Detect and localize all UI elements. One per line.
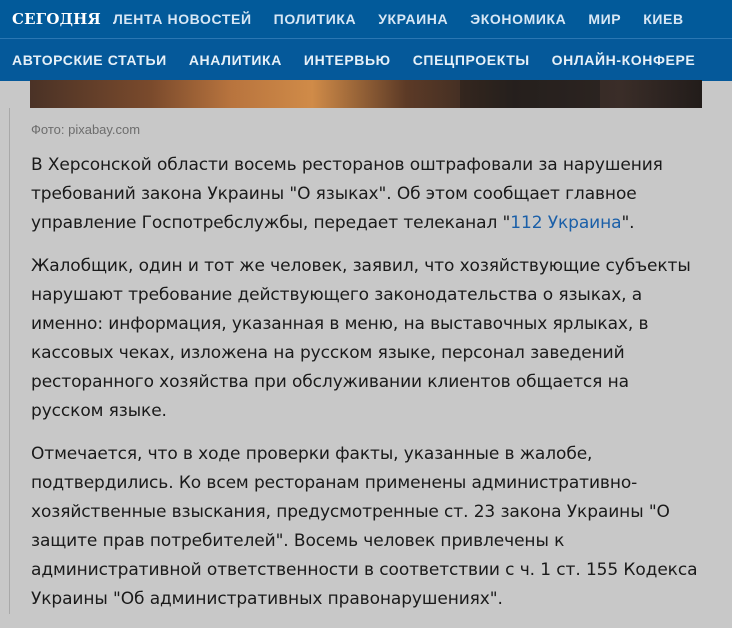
- paragraph-1-line-1: В Херсонской области восемь ресторанов о…: [31, 155, 663, 175]
- paragraph-1: В Херсонской области восемь ресторанов о…: [31, 151, 731, 238]
- paragraph-1-line-3-prefix: управление Госпотребслужбы, передает тел…: [31, 213, 511, 233]
- nav-item-analytics[interactable]: АНАЛИТИКА: [189, 52, 282, 68]
- paragraph-2-line: русском языке.: [31, 401, 167, 421]
- nav-item-ukraine[interactable]: УКРАИНА: [378, 11, 448, 27]
- photo-shade: [460, 80, 600, 108]
- paragraph-3-line: хозяйственные взыскания, предусмотренные…: [31, 502, 670, 522]
- source-link-112-ukraine[interactable]: 112 Украина: [510, 213, 621, 233]
- paragraph-3-line: Отмечается, что в ходе проверки факты, у…: [31, 444, 593, 464]
- secondary-nav: АВТОРСКИЕ СТАТЬИ АНАЛИТИКА ИНТЕРВЬЮ СПЕЦ…: [0, 38, 732, 81]
- paragraph-2: Жалобщик, один и тот же человек, заявил,…: [31, 252, 731, 426]
- paragraph-3: Отмечается, что в ходе проверки факты, у…: [31, 440, 731, 614]
- nav-item-news-feed[interactable]: ЛЕНТА НОВОСТЕЙ: [113, 11, 252, 27]
- paragraph-2-line: нарушают требование действующего законод…: [31, 285, 643, 305]
- nav-item-author-articles[interactable]: АВТОРСКИЕ СТАТЬИ: [12, 52, 167, 68]
- paragraph-2-line: Жалобщик, один и тот же человек, заявил,…: [31, 256, 691, 276]
- nav-item-special-projects[interactable]: СПЕЦПРОЕКТЫ: [413, 52, 530, 68]
- paragraph-2-line: ресторанного хозяйства при обслуживании …: [31, 372, 629, 392]
- photo-caption: Фото: pixabay.com: [31, 122, 141, 137]
- paragraph-1-line-3-suffix: ".: [621, 213, 635, 233]
- nav-item-online-conference[interactable]: ОНЛАЙН-КОНФЕРЕ: [552, 52, 696, 68]
- nav-item-world[interactable]: МИР: [588, 11, 621, 27]
- nav-item-interviews[interactable]: ИНТЕРВЬЮ: [304, 52, 391, 68]
- paragraph-1-line-2: требований закона Украины "О языках". Об…: [31, 184, 637, 204]
- paragraph-1-line-3: управление Госпотребслужбы, передает тел…: [31, 209, 731, 238]
- article-body: Фото: pixabay.com В Херсонской области в…: [9, 108, 732, 614]
- paragraph-3-line: административной ответственности в соотв…: [31, 560, 698, 580]
- paragraph-2-line: кассовых чеках, изложена на русском язык…: [31, 343, 625, 363]
- page: СЕГОДНЯ ЛЕНТА НОВОСТЕЙ ПОЛИТИКА УКРАИНА …: [0, 0, 732, 628]
- paragraph-3-line: защите прав потребителей". Восемь челове…: [31, 531, 565, 551]
- paragraph-2-line: именно: информация, указанная в меню, на…: [31, 314, 649, 334]
- nav-item-kyiv[interactable]: КИЕВ: [643, 11, 683, 27]
- nav-item-politics[interactable]: ПОЛИТИКА: [274, 11, 357, 27]
- paragraph-3-line: подтвердились. Ко всем ресторанам примен…: [31, 473, 638, 493]
- primary-nav: СЕГОДНЯ ЛЕНТА НОВОСТЕЙ ПОЛИТИКА УКРАИНА …: [0, 0, 732, 38]
- article-photo: [30, 80, 702, 108]
- nav-item-economy[interactable]: ЭКОНОМИКА: [470, 11, 566, 27]
- site-logo[interactable]: СЕГОДНЯ: [12, 10, 101, 28]
- paragraph-3-line: Украины "Об административных правонаруше…: [31, 589, 503, 609]
